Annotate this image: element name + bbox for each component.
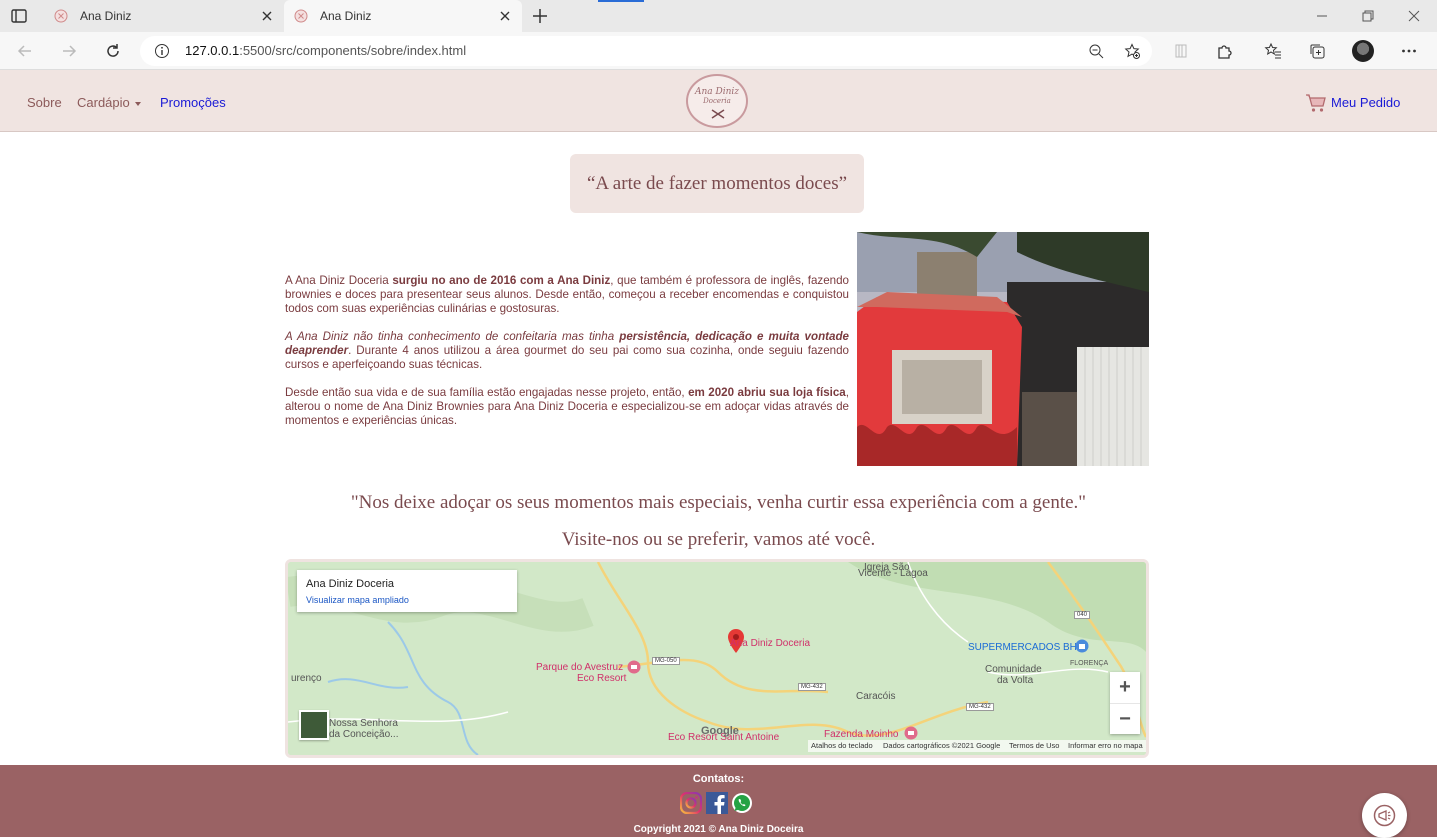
zoom-out-button[interactable]: − [1110,703,1140,733]
terms-link[interactable]: Termos de Uso [1009,740,1059,752]
profile-avatar[interactable] [1352,40,1374,62]
report-error-link[interactable]: Informar erro no mapa [1068,740,1143,752]
page: Sobre Cardápio Promoções Ana Diniz Doceri… [0,70,1437,838]
facebook-icon[interactable] [706,792,728,814]
contacts-heading: Contatos: [692,773,745,785]
about-paragraph: A Ana Diniz Doceria surgiu no ano de 201… [285,274,850,315]
browser-tab[interactable]: Ana Diniz [44,0,284,32]
zoom-out-icon[interactable] [1088,43,1104,59]
minimize-icon[interactable] [1314,8,1330,24]
tab-accent-line [598,0,644,2]
site-favicon-icon [294,9,308,23]
nav-cardapio-label: Cardápio [77,95,130,110]
visit-text: Visite-nos ou se preferir, vamos até voc… [561,529,876,550]
copyright-text: Copyright 2021 © Ana Diniz Doceira [633,824,804,835]
extensions-icon[interactable] [1215,42,1233,60]
browser-tab-active[interactable]: Ana Diniz [284,0,522,32]
site-logo[interactable]: Ana Diniz Doceria [686,74,748,128]
map-label: Caracóis [856,691,896,702]
hotel-marker-icon [904,726,918,740]
forward-arrow-icon[interactable] [60,42,78,60]
map-label: urenço [291,673,322,684]
invitation-quote: "Nos deixe adoçar os seus momentos mais … [350,492,1087,513]
map-label: SUPERMERCADOS BH [968,642,1077,653]
storefront-photo [857,232,1149,466]
map-data-text: Dados cartográficos ©2021 Google [883,741,1001,750]
shopping-marker-icon [1075,639,1089,653]
new-tab-icon[interactable] [531,7,549,25]
map-label: Fazenda Moinho [824,729,899,740]
back-arrow-icon[interactable] [16,42,34,60]
map-label: Nossa Senhora [329,718,398,729]
map-info-card: Ana Diniz Doceria Visualizar mapa amplia… [297,570,517,612]
nav-sobre[interactable]: Sobre [27,95,62,110]
tab-label: Ana Diniz [80,9,132,23]
map-label: Vicente - Lagoa [858,568,928,579]
chat-button[interactable] [1362,793,1407,838]
keyboard-shortcuts-link[interactable]: Atalhos do teclado [811,740,873,752]
logo-wordmark: Ana Diniz Doceria [694,87,740,106]
url-field[interactable]: 127.0.0.1:5500/src/components/sobre/inde… [140,36,1152,66]
hotel-marker-icon [627,660,641,674]
tab-actions-icon[interactable] [10,7,28,25]
map-footer: Atalhos do teclado Dados cartográficos ©… [808,740,1146,752]
whatsapp-icon[interactable] [731,792,753,814]
road-shield: MG-432 [966,703,994,711]
meu-pedido-link[interactable]: Meu Pedido [1331,95,1400,110]
site-footer: Contatos: Copyright 2021 © Ana Diniz Doc… [0,765,1437,837]
about-text: A Ana Diniz Doceria surgiu no ano de 201… [285,274,849,442]
motto-banner: “A arte de fazer momentos doces” [570,154,864,213]
reading-icon[interactable] [1172,42,1190,60]
site-header: Sobre Cardápio Promoções Ana Diniz Doceri… [0,70,1437,132]
road-shield: MG-432 [798,683,826,691]
map-card-title: Ana Diniz Doceria [306,578,395,590]
satellite-toggle[interactable] [299,710,329,740]
close-tab-icon[interactable] [498,9,512,23]
view-larger-map-link[interactable]: Visualizar mapa ampliado [306,595,409,605]
whisk-icon [711,109,725,119]
map-label: da Conceição... [329,729,399,740]
more-options-icon[interactable] [1400,42,1418,60]
tab-label: Ana Diniz [320,9,372,23]
zoom-in-button[interactable]: + [1110,672,1140,702]
site-favicon-icon [54,9,68,23]
info-icon[interactable] [154,43,170,59]
about-paragraph: A Ana Diniz não tinha conhecimento de co… [285,330,849,371]
map-zoom-control: + − [1110,672,1140,734]
map-label: Eco Resort [577,673,627,684]
close-tab-icon[interactable] [260,9,274,23]
favorites-icon[interactable] [1264,42,1282,60]
map-label: FLORENÇA [1070,660,1109,667]
instagram-icon[interactable] [680,792,702,814]
road-shield: 040 [1074,611,1091,619]
embedded-map[interactable]: Ana Diniz Doceria Visualizar mapa amplia… [285,559,1149,758]
nav-cardapio[interactable]: Cardápio [77,95,141,110]
map-place-label[interactable]: Ana Diniz Doceria [730,638,810,649]
nav-promocoes[interactable]: Promoções [160,95,226,110]
road-shield: MG-050 [652,657,680,665]
collections-icon[interactable] [1308,42,1326,60]
shopping-cart-icon[interactable] [1305,93,1327,113]
map-label: da Volta [997,675,1034,686]
map-label: Comunidade [985,664,1042,675]
restore-icon[interactable] [1360,8,1376,24]
reload-icon[interactable] [104,42,122,60]
google-logo: Google [701,725,739,737]
url-text: 127.0.0.1:5500/src/components/sobre/inde… [185,43,467,58]
map-label: Parque do Avestruz [536,662,624,673]
about-paragraph: Desde então sua vida e de sua família es… [285,386,849,427]
chevron-down-icon [134,101,141,106]
browser-address-bar: 127.0.0.1:5500/src/components/sobre/inde… [0,32,1437,70]
megaphone-chat-icon [1373,804,1396,827]
add-favorite-icon[interactable] [1124,43,1140,59]
close-window-icon[interactable] [1406,8,1422,24]
browser-tab-bar: Ana Diniz Ana Diniz [0,0,1437,32]
